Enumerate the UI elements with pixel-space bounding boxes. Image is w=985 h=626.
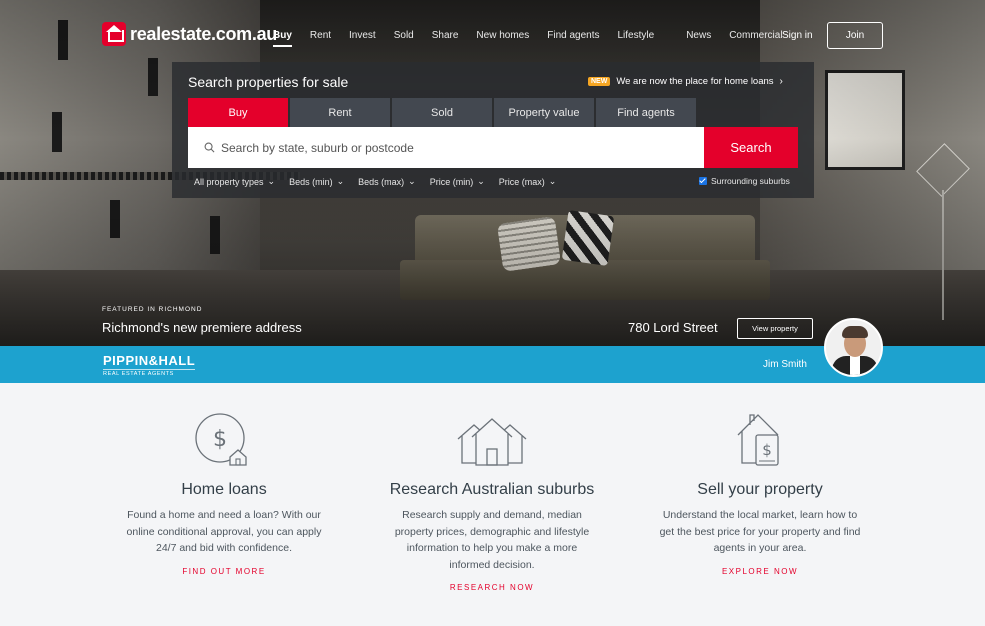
agency-name: PIPPIN&HALL (103, 353, 196, 368)
tab-rent[interactable]: Rent (290, 98, 390, 127)
surrounding-label: Surrounding suburbs (711, 176, 790, 186)
feature-home-loans: $ Home loans Found a home and need a loa… (119, 383, 329, 579)
search-filters: All property types ⌄ Beds (min) ⌄ Beds (ma… (194, 176, 570, 187)
sign-in-link[interactable]: Sign in (782, 30, 813, 41)
nav-find-agents[interactable]: Find agents (547, 30, 599, 41)
feature-text: Research supply and demand, median prope… (394, 509, 590, 571)
search-row: Search by state, suburb or postcode Sear… (188, 127, 798, 168)
chevron-down-icon: ⌄ (336, 176, 345, 186)
houses-icon (457, 418, 527, 466)
logo-text: realestate.com.au (130, 23, 277, 44)
nav-share[interactable]: Share (432, 30, 459, 41)
feature-sell-property: $ Sell your property Understand the loca… (655, 383, 865, 579)
search-placeholder: Search by state, suburb or postcode (221, 140, 414, 155)
join-button[interactable]: Join (827, 22, 883, 49)
feature-title: Sell your property (697, 481, 823, 498)
svg-text:$: $ (762, 441, 772, 459)
find-out-more-link[interactable]: FIND OUT MORE (182, 567, 265, 576)
features-section: $ Home loans Found a home and need a loa… (0, 383, 985, 626)
chevron-down-icon: ⌄ (477, 176, 485, 186)
home-loans-promo[interactable]: NEW We are now the place for home loans … (588, 76, 783, 87)
featured-kicker: FEATURED IN RICHMOND (102, 306, 203, 313)
search-tabs: Buy Rent Sold Property value Find agents (188, 98, 696, 132)
feature-title: Home loans (181, 481, 267, 498)
tab-property-value[interactable]: Property value (494, 98, 594, 127)
nav-news[interactable]: News (686, 30, 711, 41)
svg-text:$: $ (213, 427, 227, 452)
feature-research-suburbs: Research Australian suburbs Research sup… (387, 383, 597, 595)
hero: realestate.com.au Buy Rent Invest Sold S… (0, 0, 985, 346)
filter-price-max[interactable]: Price (max) ⌄ (499, 176, 557, 187)
search-icon (204, 142, 215, 153)
search-title: Search properties for sale (188, 74, 349, 90)
nav-new-homes[interactable]: New homes (476, 30, 529, 41)
nav-commercial[interactable]: Commercial (729, 30, 782, 41)
surrounding-suburbs-toggle[interactable]: Surrounding suburbs (699, 176, 790, 186)
tab-sold[interactable]: Sold (392, 98, 492, 127)
explore-now-link[interactable]: EXPLORE NOW (722, 567, 798, 576)
feature-text: Found a home and need a loan? With our o… (126, 509, 322, 554)
top-navigation: realestate.com.au Buy Rent Invest Sold S… (0, 0, 985, 70)
nav-buy[interactable]: Buy (273, 30, 292, 47)
surrounding-checkbox[interactable] (699, 177, 707, 185)
feature-text: Understand the local market, learn how t… (659, 509, 861, 554)
tab-find-agents[interactable]: Find agents (596, 98, 696, 127)
featured-title[interactable]: Richmond's new premiere address (102, 320, 302, 335)
nav-lifestyle[interactable]: Lifestyle (618, 30, 655, 41)
feature-title: Research Australian suburbs (389, 481, 595, 498)
search-input[interactable]: Search by state, suburb or postcode (188, 127, 704, 168)
agent-avatar (824, 318, 883, 377)
new-badge: NEW (588, 77, 611, 86)
filter-beds-min[interactable]: Beds (min) ⌄ (289, 176, 344, 187)
nav-invest[interactable]: Invest (349, 30, 376, 41)
filter-price-min[interactable]: Price (min) ⌄ (430, 176, 485, 187)
search-panel: Search properties for sale NEW We are no… (172, 62, 814, 198)
chevron-down-icon: ⌄ (548, 176, 557, 186)
featured-address: 780 Lord Street (628, 320, 718, 335)
site-logo[interactable]: realestate.com.au (102, 22, 277, 46)
chevron-down-icon: ⌄ (267, 176, 276, 186)
research-now-link[interactable]: RESEARCH NOW (450, 583, 534, 592)
agency-logo[interactable]: PIPPIN&HALL REAL ESTATE AGENTS (103, 353, 196, 377)
dollar-house-icon: $ (195, 413, 247, 466)
house-logo-icon (102, 22, 126, 46)
agent-name: Jim Smith (763, 359, 807, 370)
filter-property-type[interactable]: All property types ⌄ (194, 176, 275, 187)
sell-house-icon: $ (737, 414, 779, 466)
search-button[interactable]: Search (704, 127, 798, 168)
agency-subtitle: REAL ESTATE AGENTS (103, 369, 196, 377)
chevron-down-icon: ⌄ (408, 176, 416, 186)
view-property-button[interactable]: View property (737, 318, 813, 339)
tab-buy[interactable]: Buy (188, 98, 288, 132)
nav-rent[interactable]: Rent (310, 30, 331, 41)
chevron-right-icon: › (779, 76, 783, 87)
promo-text: We are now the place for home loans (616, 76, 774, 87)
main-nav: Buy Rent Invest Sold Share New homes Fin… (273, 30, 801, 47)
nav-sold[interactable]: Sold (394, 30, 414, 41)
filter-beds-max[interactable]: Beds (max) ⌄ (358, 176, 416, 187)
